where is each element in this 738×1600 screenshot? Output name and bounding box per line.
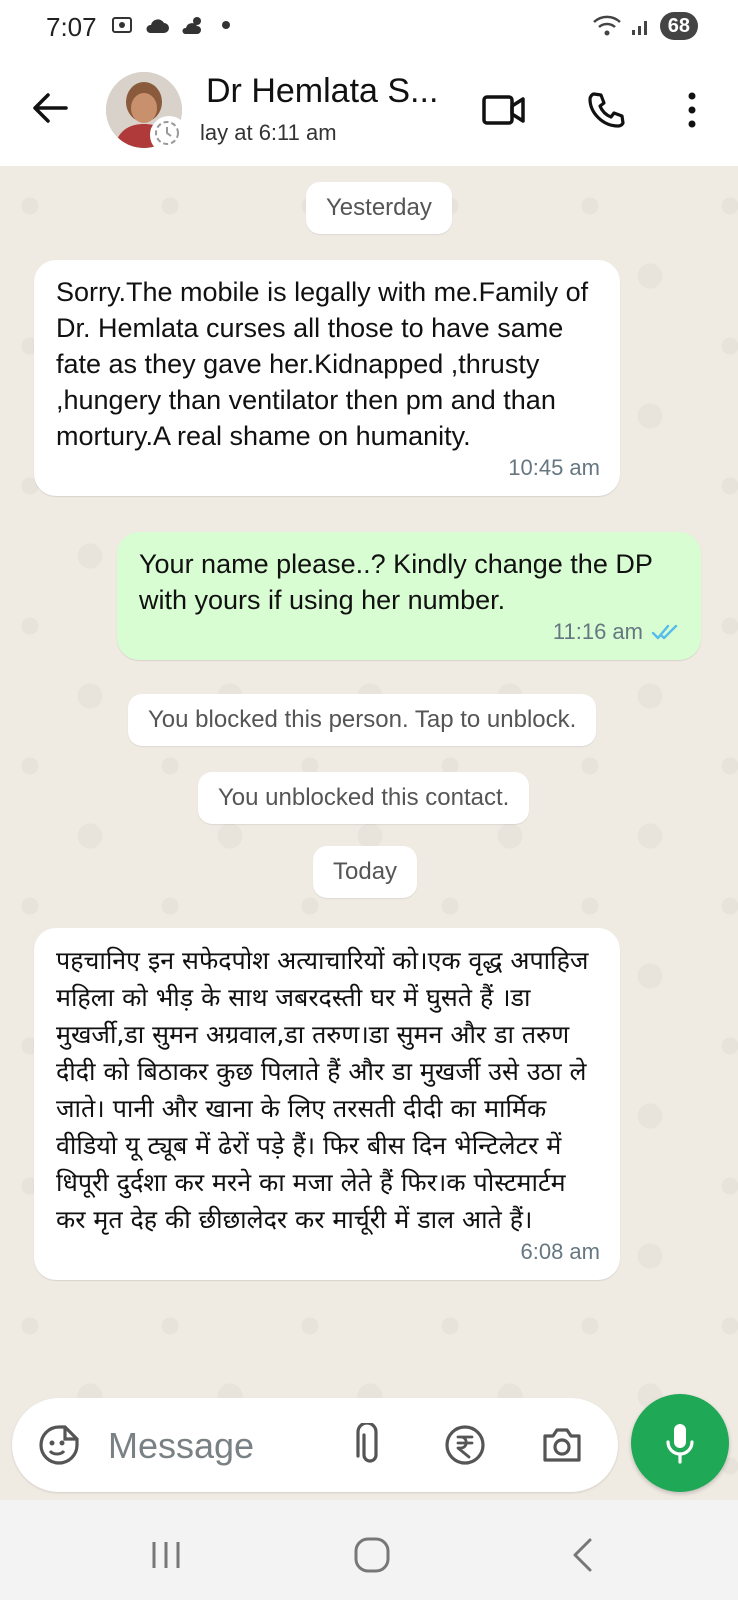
message-meta: 6:08 am: [34, 1234, 620, 1280]
message-text: पहचानिए इन सफेदपोश अत्याचारियों को।एक वृ…: [56, 946, 589, 1234]
video-call-button[interactable]: [478, 84, 530, 136]
status-right-icons: 68: [592, 12, 698, 40]
wifi-icon: [592, 15, 621, 36]
payment-rupee-icon: [445, 1425, 485, 1465]
status-left-icons: [110, 14, 230, 36]
recents-icon: [152, 1542, 180, 1568]
read-receipt-icon: [651, 624, 678, 640]
notification-dot-icon: [222, 21, 230, 29]
video-call-icon: [482, 95, 525, 125]
recents-button[interactable]: [136, 1530, 196, 1580]
weather-icon: [182, 17, 201, 34]
contact-name[interactable]: Dr Hemlata S...: [206, 72, 456, 111]
date-separator-today: Today: [313, 846, 418, 898]
message-text: Sorry.The mobile is legally with me.Fami…: [56, 277, 589, 451]
screen-record-icon: [112, 17, 132, 33]
status-time: 7:07: [46, 12, 97, 42]
battery-indicator: 68: [659, 12, 698, 40]
chat-area[interactable]: Yesterday Sorry.The mobile is legally wi…: [0, 166, 738, 1500]
message-meta: 10:45 am: [34, 450, 620, 496]
system-back-icon: [573, 1538, 592, 1572]
emoji-sticker-icon: [39, 1425, 79, 1465]
system-back-button[interactable]: [552, 1530, 612, 1580]
payment-button[interactable]: [440, 1420, 490, 1470]
incoming-message[interactable]: Sorry.The mobile is legally with me.Fami…: [34, 260, 620, 496]
home-icon: [354, 1537, 390, 1573]
message-composer: [12, 1398, 618, 1492]
mic-icon: [666, 1424, 694, 1464]
voice-call-icon: [588, 92, 625, 128]
system-message-blocked[interactable]: You blocked this person. Tap to unblock.: [128, 694, 597, 746]
date-separator-yesterday: Yesterday: [306, 182, 452, 234]
voice-call-button[interactable]: [580, 84, 632, 136]
last-seen-status: lay at 6:11 am: [200, 120, 337, 145]
message-input[interactable]: [106, 1418, 330, 1474]
incoming-message[interactable]: पहचानिए इन सफेदपोश अत्याचारियों को।एक वृ…: [34, 928, 620, 1280]
more-options-button[interactable]: [666, 84, 718, 136]
emoji-button[interactable]: [34, 1420, 84, 1470]
cloud-icon: [146, 19, 169, 33]
message-meta: 11:16 am: [117, 614, 701, 660]
status-bar: 7:07 68: [0, 0, 738, 56]
message-time: 10:45 am: [508, 455, 600, 480]
camera-button[interactable]: [537, 1420, 587, 1470]
message-text: Your name please..? Kindly change the DP…: [139, 549, 653, 615]
system-navigation-bar: [0, 1500, 738, 1600]
chat-header: Dr Hemlata S... lay at 6:11 am: [0, 56, 738, 166]
message-time: 6:08 am: [520, 1239, 601, 1264]
home-button[interactable]: [342, 1530, 402, 1580]
attach-button[interactable]: [345, 1420, 395, 1470]
outgoing-message[interactable]: Your name please..? Kindly change the DP…: [117, 532, 701, 660]
status-update-badge-icon: [150, 116, 188, 154]
message-time: 11:16 am: [552, 619, 643, 644]
attach-icon: [356, 1423, 378, 1463]
back-arrow-icon: [33, 93, 68, 123]
voice-message-button[interactable]: [631, 1394, 729, 1492]
more-options-icon: [688, 92, 696, 128]
camera-icon: [543, 1428, 581, 1462]
back-button[interactable]: [28, 86, 72, 130]
signal-icon: [631, 21, 647, 35]
system-message-unblocked: You unblocked this contact.: [198, 772, 530, 824]
